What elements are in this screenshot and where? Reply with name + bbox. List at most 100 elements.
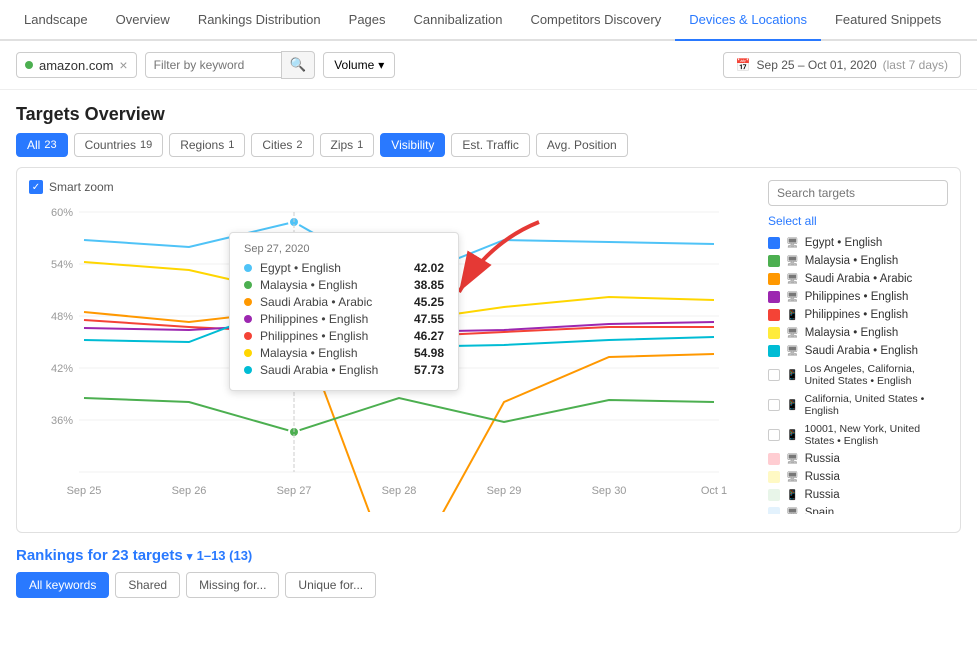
tooltip-row-3: Philippines • English 47.55 bbox=[244, 312, 444, 326]
device-icon-1: 🖥 bbox=[786, 256, 799, 267]
smart-zoom-label: Smart zoom bbox=[49, 180, 114, 194]
date-range-suffix: (last 7 days) bbox=[883, 58, 948, 72]
target-checkbox-11[interactable] bbox=[768, 471, 780, 483]
target-label-1: Malaysia • English bbox=[805, 255, 899, 267]
target-item-6[interactable]: 🖥 Saudi Arabia • English bbox=[768, 342, 948, 360]
target-label-11: Russia bbox=[805, 471, 840, 483]
chart-right-panel: Select all 🖥 Egypt • English 🖥 Malaysia … bbox=[768, 180, 948, 520]
device-icon-6: 🖥 bbox=[786, 346, 799, 357]
target-checkbox-13[interactable] bbox=[768, 507, 780, 514]
rankings-tab-unique[interactable]: Unique for... bbox=[285, 572, 376, 598]
keyword-search-button[interactable]: 🔍 bbox=[281, 51, 316, 79]
rankings-dropdown-icon[interactable]: ▾ bbox=[187, 551, 193, 563]
rankings-tab-all[interactable]: All keywords bbox=[16, 572, 109, 598]
domain-close-button[interactable]: × bbox=[119, 57, 127, 73]
target-item-0[interactable]: 🖥 Egypt • English bbox=[768, 234, 948, 252]
target-item-5[interactable]: 🖥 Malaysia • English bbox=[768, 324, 948, 342]
tooltip-row-5: Malaysia • English 54.98 bbox=[244, 346, 444, 360]
tooltip-label-4: Philippines • English bbox=[260, 329, 406, 343]
svg-text:Sep 26: Sep 26 bbox=[172, 485, 207, 497]
tooltip-dot-6 bbox=[244, 366, 252, 374]
tab-cities[interactable]: Cities 2 bbox=[251, 133, 313, 157]
svg-text:Sep 25: Sep 25 bbox=[67, 485, 102, 497]
target-checkbox-7[interactable] bbox=[768, 369, 780, 381]
calendar-icon: 📅 bbox=[736, 58, 751, 72]
target-item-13[interactable]: 🖥 Spain bbox=[768, 504, 948, 514]
target-label-12: Russia bbox=[804, 489, 839, 501]
device-icon-11: 🖥 bbox=[786, 472, 799, 483]
rankings-targets-link[interactable]: 23 targets bbox=[112, 547, 183, 564]
rankings-tabs: All keywords Shared Missing for... Uniqu… bbox=[16, 572, 961, 598]
target-item-12[interactable]: 📱 Russia bbox=[768, 486, 948, 504]
volume-dropdown[interactable]: Volume ▾ bbox=[323, 52, 395, 78]
select-all-link[interactable]: Select all bbox=[768, 214, 948, 228]
target-label-0: Egypt • English bbox=[805, 237, 883, 249]
target-checkbox-6[interactable] bbox=[768, 345, 780, 357]
date-range-label: Sep 25 – Oct 01, 2020 bbox=[757, 58, 877, 72]
tooltip-label-0: Egypt • English bbox=[260, 261, 406, 275]
target-checkbox-10[interactable] bbox=[768, 453, 780, 465]
nav-cannibalization[interactable]: Cannibalization bbox=[400, 0, 517, 41]
target-checkbox-0[interactable] bbox=[768, 237, 780, 249]
device-icon-0: 🖥 bbox=[786, 238, 799, 249]
tooltip-dot-2 bbox=[244, 298, 252, 306]
target-item-10[interactable]: 🖥 Russia bbox=[768, 450, 948, 468]
target-item-2[interactable]: 🖥 Saudi Arabia • Arabic bbox=[768, 270, 948, 288]
target-checkbox-5[interactable] bbox=[768, 327, 780, 339]
rankings-range: 1–13 (13) bbox=[197, 548, 253, 563]
target-checkbox-2[interactable] bbox=[768, 273, 780, 285]
device-icon-13: 🖥 bbox=[786, 508, 799, 515]
nav-devices-locations[interactable]: Devices & Locations bbox=[675, 0, 821, 41]
target-list: 🖥 Egypt • English 🖥 Malaysia • English 🖥… bbox=[768, 234, 948, 514]
target-item-9[interactable]: 📱 10001, New York, United States • Engli… bbox=[768, 420, 948, 450]
tooltip-dot-1 bbox=[244, 281, 252, 289]
metric-avg-position[interactable]: Avg. Position bbox=[536, 133, 628, 157]
device-icon-4: 📱 bbox=[786, 310, 798, 321]
metric-est-traffic[interactable]: Est. Traffic bbox=[451, 133, 529, 157]
target-label-8: California, United States • English bbox=[804, 393, 948, 417]
filter-tabs: All 23 Countries 19 Regions 1 Cities 2 Z… bbox=[0, 133, 977, 167]
svg-text:60%: 60% bbox=[51, 207, 73, 219]
nav-featured-snippets[interactable]: Featured Snippets bbox=[821, 0, 955, 41]
date-range-button[interactable]: 📅 Sep 25 – Oct 01, 2020 (last 7 days) bbox=[723, 52, 961, 78]
target-checkbox-8[interactable] bbox=[768, 399, 780, 411]
target-checkbox-1[interactable] bbox=[768, 255, 780, 267]
target-checkbox-9[interactable] bbox=[768, 429, 780, 441]
nav-pages[interactable]: Pages bbox=[335, 0, 400, 41]
nav-rankings-distribution[interactable]: Rankings Distribution bbox=[184, 0, 335, 41]
tooltip-dot-4 bbox=[244, 332, 252, 340]
top-nav: Landscape Overview Rankings Distribution… bbox=[0, 0, 977, 41]
target-checkbox-3[interactable] bbox=[768, 291, 780, 303]
tooltip-value-4: 46.27 bbox=[414, 329, 444, 343]
nav-overview[interactable]: Overview bbox=[102, 0, 184, 41]
tooltip-value-1: 38.85 bbox=[414, 278, 444, 292]
nav-landscape[interactable]: Landscape bbox=[10, 0, 102, 41]
target-item-11[interactable]: 🖥 Russia bbox=[768, 468, 948, 486]
rankings-tab-missing[interactable]: Missing for... bbox=[186, 572, 279, 598]
smart-zoom-checkbox[interactable] bbox=[29, 180, 43, 194]
target-item-8[interactable]: 📱 California, United States • English bbox=[768, 390, 948, 420]
tooltip-value-0: 42.02 bbox=[414, 261, 444, 275]
target-item-4[interactable]: 📱 Philippines • English bbox=[768, 306, 948, 324]
target-checkbox-4[interactable] bbox=[768, 309, 780, 321]
target-item-7[interactable]: 📱 Los Angeles, California, United States… bbox=[768, 360, 948, 390]
nav-competitors-discovery[interactable]: Competitors Discovery bbox=[516, 0, 675, 41]
search-targets-input[interactable] bbox=[768, 180, 948, 206]
toolbar: amazon.com × 🔍 Volume ▾ 📅 Sep 25 – Oct 0… bbox=[0, 41, 977, 90]
smart-zoom-toggle[interactable]: Smart zoom bbox=[29, 180, 756, 194]
target-checkbox-12[interactable] bbox=[768, 489, 780, 501]
volume-chevron-icon: ▾ bbox=[378, 58, 384, 72]
tab-all[interactable]: All 23 bbox=[16, 133, 68, 157]
target-label-2: Saudi Arabia • Arabic bbox=[805, 273, 913, 285]
tooltip-value-6: 57.73 bbox=[414, 363, 444, 377]
rankings-tab-shared[interactable]: Shared bbox=[115, 572, 180, 598]
keyword-filter-input[interactable] bbox=[145, 52, 285, 78]
tooltip-value-2: 45.25 bbox=[414, 295, 444, 309]
target-item-3[interactable]: 🖥 Philippines • English bbox=[768, 288, 948, 306]
device-icon-3: 🖥 bbox=[786, 292, 799, 303]
target-item-1[interactable]: 🖥 Malaysia • English bbox=[768, 252, 948, 270]
tab-countries[interactable]: Countries 19 bbox=[74, 133, 164, 157]
tab-zips[interactable]: Zips 1 bbox=[320, 133, 375, 157]
metric-visibility[interactable]: Visibility bbox=[380, 133, 445, 157]
tab-regions[interactable]: Regions 1 bbox=[169, 133, 245, 157]
